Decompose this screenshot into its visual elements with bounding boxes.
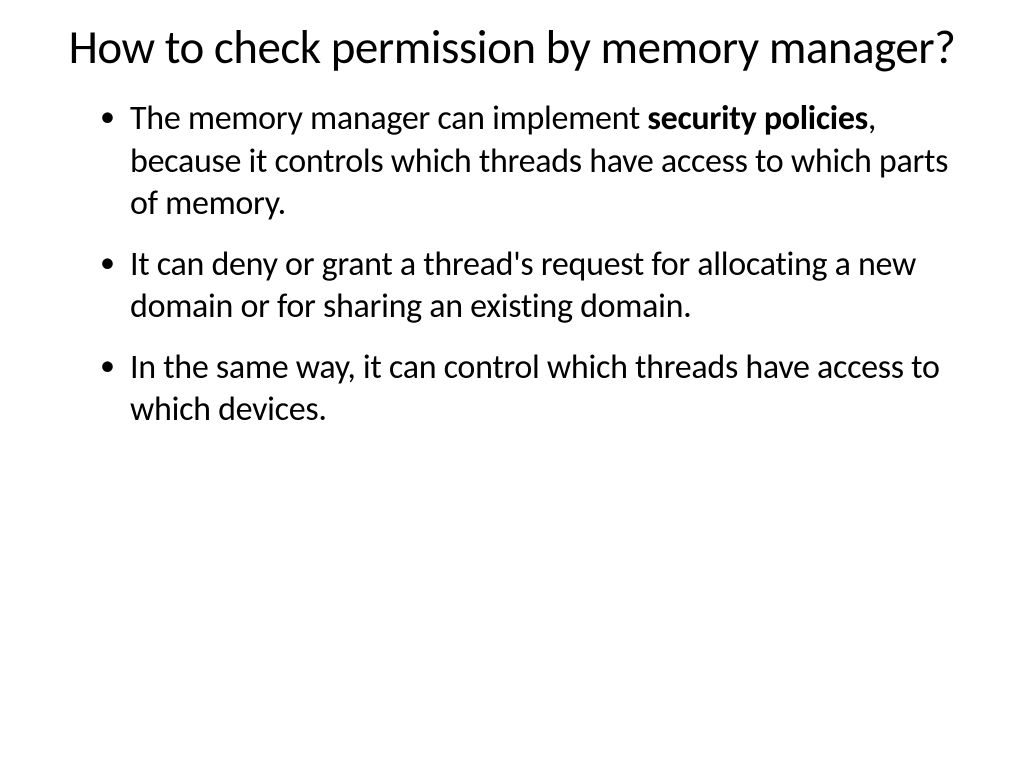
list-item: In the same way, it can control which th… <box>100 347 964 432</box>
slide-title: How to check permission by memory manage… <box>60 20 964 74</box>
bullet-list: The memory manager can implement securit… <box>60 98 964 432</box>
bullet-text-pre: It can deny or grant a thread's request … <box>130 244 916 328</box>
list-item: It can deny or grant a thread's request … <box>100 244 964 329</box>
bullet-text-pre: The memory manager can implement <box>130 98 647 139</box>
bullet-text-pre: In the same way, it can control which th… <box>130 347 940 431</box>
list-item: The memory manager can implement securit… <box>100 98 964 226</box>
bullet-text-bold: security policies <box>647 98 868 139</box>
